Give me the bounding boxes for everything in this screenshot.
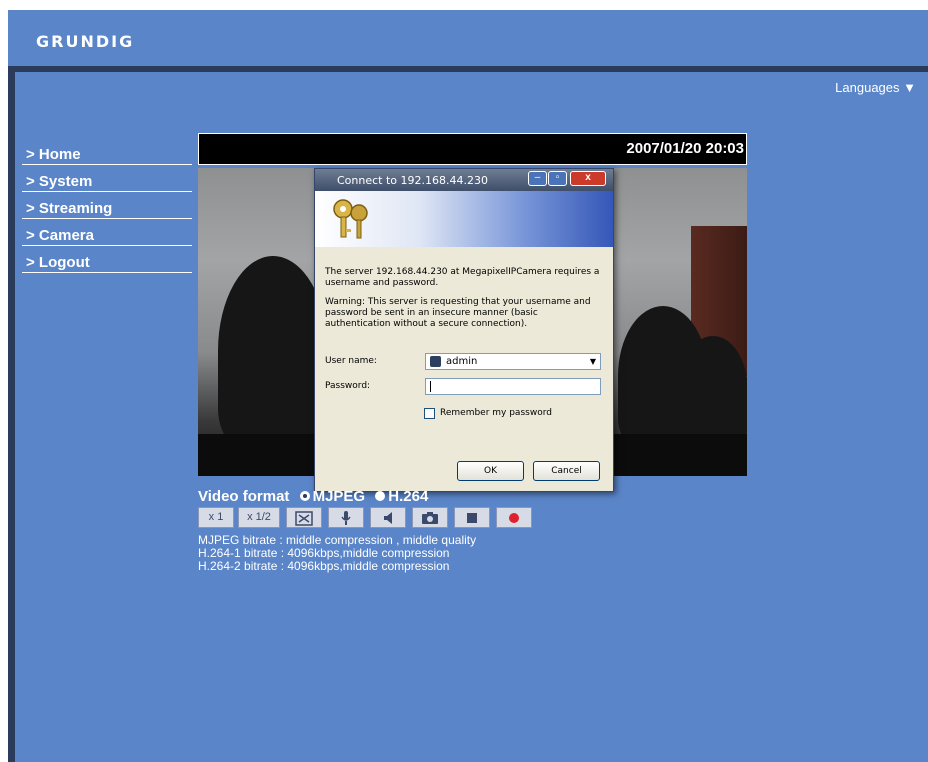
close-button[interactable]: x <box>570 171 606 186</box>
stop-button[interactable] <box>454 507 490 528</box>
password-label: Password: <box>325 381 371 391</box>
bitrate-info: MJPEG bitrate : middle compression , mid… <box>198 534 476 573</box>
remember-checkbox[interactable] <box>424 408 435 419</box>
dialog-warning: Warning: This server is requesting that … <box>325 297 591 329</box>
grundig-logo: GRUNDIG <box>36 32 135 51</box>
password-field[interactable] <box>425 378 601 395</box>
camera-icon <box>422 512 438 524</box>
dialog-message: The server 192.168.44.230 at MegapixelIP… <box>325 267 600 288</box>
zoom-half-button[interactable]: x 1/2 <box>238 507 280 528</box>
video-tree <box>218 256 328 446</box>
nav-item-camera[interactable]: > Camera <box>22 225 192 246</box>
dialog-title: Connect to 192.168.44.230 <box>337 174 488 187</box>
cancel-button[interactable]: Cancel <box>533 461 600 481</box>
text-caret <box>430 381 431 392</box>
nav-item-logout[interactable]: > Logout <box>22 252 192 273</box>
fullscreen-button[interactable] <box>286 507 322 528</box>
dialog-banner <box>315 191 613 247</box>
ok-button[interactable]: OK <box>457 461 524 481</box>
chevron-down-icon[interactable]: ▼ <box>590 354 596 369</box>
mjpeg-option-label[interactable]: MJPEG <box>313 488 366 505</box>
speaker-icon <box>384 512 392 524</box>
video-format-selector: Video format MJPEG H.264 <box>198 488 428 505</box>
nav-item-home[interactable]: > Home <box>22 144 192 165</box>
zoom-x1-button[interactable]: x 1 <box>198 507 234 528</box>
fullscreen-icon <box>295 511 313 526</box>
mjpeg-radio[interactable] <box>299 491 310 502</box>
nav-item-streaming[interactable]: > Streaming <box>22 198 192 219</box>
video-format-label: Video format <box>198 488 290 505</box>
user-icon <box>430 356 441 367</box>
stop-icon <box>467 513 477 523</box>
maximize-button[interactable]: ▫ <box>548 171 567 186</box>
login-dialog: Connect to 192.168.44.230 – ▫ x The serv… <box>314 168 614 492</box>
microphone-button[interactable] <box>328 507 364 528</box>
timestamp-bar: 2007/01/20 20:03 <box>198 133 747 165</box>
keys-icon <box>333 199 368 239</box>
microphone-icon <box>341 511 351 525</box>
snapshot-button[interactable] <box>412 507 448 528</box>
h264-option-label[interactable]: H.264 <box>388 488 428 505</box>
dialog-titlebar[interactable]: Connect to 192.168.44.230 – ▫ x <box>315 169 613 191</box>
header-bar: GRUNDIG <box>8 10 928 72</box>
h264-radio[interactable] <box>375 491 386 502</box>
video-tree <box>678 336 747 446</box>
languages-menu[interactable]: Languages ▼ <box>835 80 916 95</box>
username-value: admin <box>446 356 478 367</box>
dialog-message-area: The server 192.168.44.230 at MegapixelIP… <box>325 267 605 338</box>
left-border <box>8 10 15 762</box>
remember-label: Remember my password <box>440 408 552 418</box>
record-button[interactable] <box>496 507 532 528</box>
h264-2-bitrate: H.264-2 bitrate : 4096kbps,middle compre… <box>198 559 450 573</box>
record-icon <box>509 513 519 523</box>
username-label: User name: <box>325 356 377 366</box>
minimize-button[interactable]: – <box>528 171 547 186</box>
speaker-button[interactable] <box>370 507 406 528</box>
nav-item-system[interactable]: > System <box>22 171 192 192</box>
username-select[interactable]: admin ▼ <box>425 353 601 370</box>
sidebar-nav: > Home > System > Streaming > Camera > L… <box>22 144 192 279</box>
